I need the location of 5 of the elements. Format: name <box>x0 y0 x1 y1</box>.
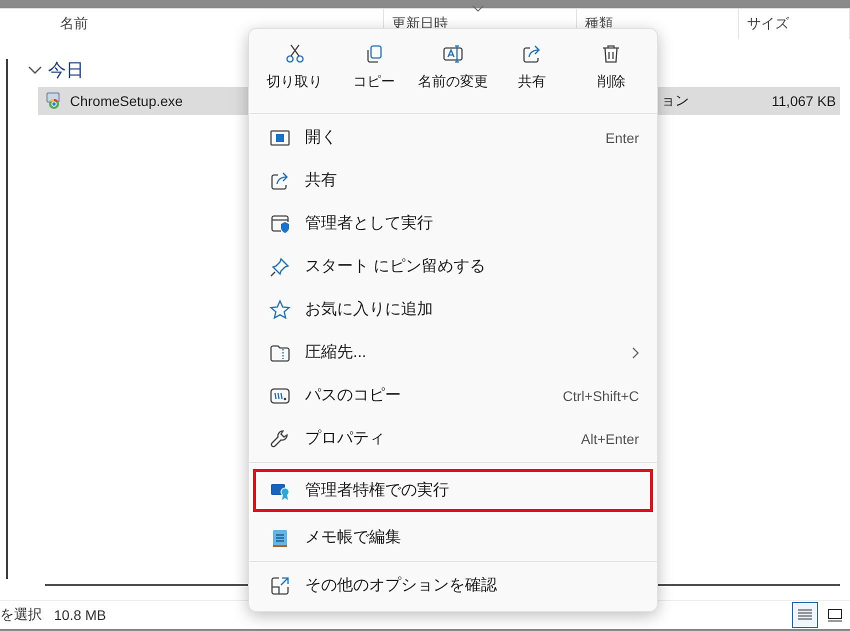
selection-size: 10.8 MB <box>54 607 106 623</box>
file-name: ChromeSetup.exe <box>70 93 183 109</box>
file-size: 11,067 KB <box>770 93 837 109</box>
file-type: ョン <box>660 92 690 110</box>
selection-status: を選択 <box>0 606 42 624</box>
